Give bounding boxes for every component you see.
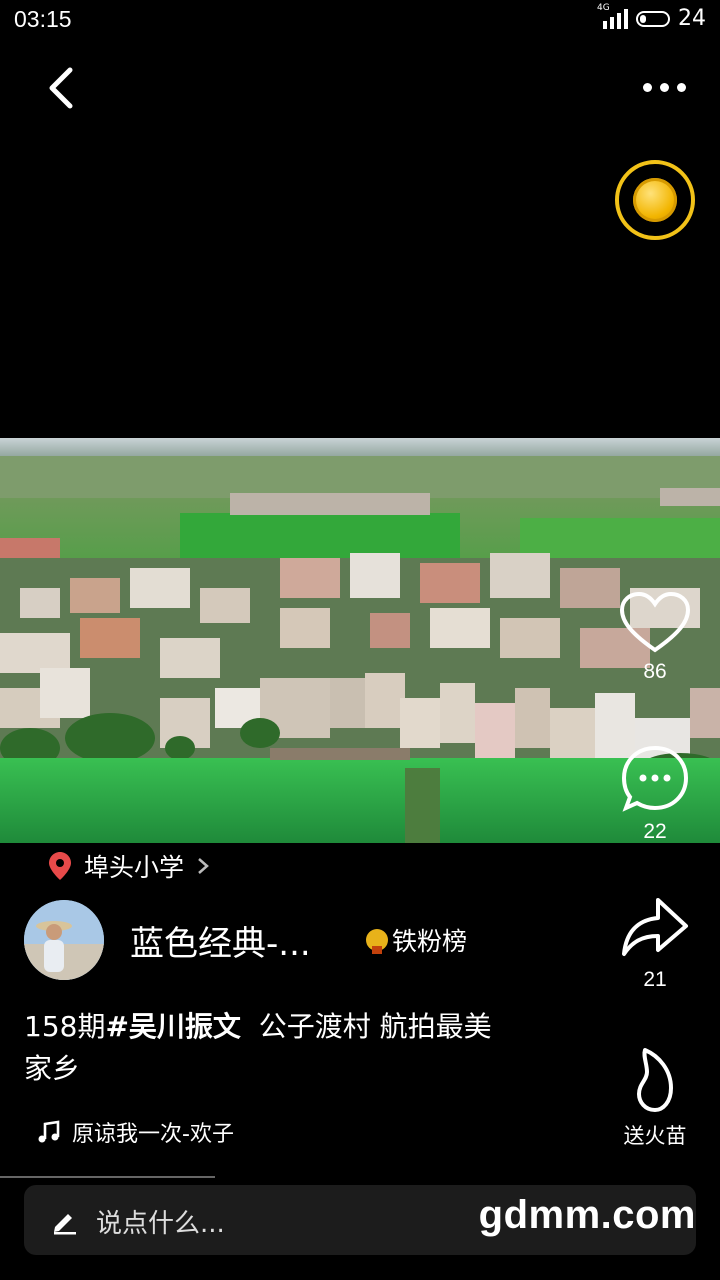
pencil-icon xyxy=(54,1214,76,1235)
avatar[interactable] xyxy=(24,900,104,980)
more-dots-icon xyxy=(642,82,652,92)
comment-count: 22 xyxy=(643,820,667,843)
video-progress-bar[interactable] xyxy=(0,1176,215,1178)
caption-hashtag[interactable]: #吴川振文 xyxy=(105,1010,240,1043)
heart-icon xyxy=(619,591,691,653)
post-caption: 158期#吴川振文 公子渡村 航拍最美 家乡 xyxy=(24,1006,564,1090)
like-count: 86 xyxy=(643,660,667,683)
gift-fire-button[interactable]: 送火苗 xyxy=(590,1044,720,1150)
location-tag[interactable]: 埠头小学 xyxy=(48,848,210,884)
caption-line-1: 158期#吴川振文 公子渡村 航拍最美 xyxy=(24,1006,564,1048)
gold-coin-button[interactable] xyxy=(615,160,695,240)
gift-label: 送火苗 xyxy=(623,1125,687,1148)
status-bar: 03:15 4G 24 xyxy=(0,0,720,40)
like-button[interactable]: 86 xyxy=(590,590,720,684)
battery-icon xyxy=(636,10,670,27)
battery-level: 24 xyxy=(678,6,706,31)
comment-bubble-icon xyxy=(621,745,689,812)
medal-icon xyxy=(366,929,388,954)
music-title: 原谅我一次-欢子 xyxy=(72,1122,234,1147)
fan-rank-badge[interactable]: 铁粉榜 xyxy=(366,922,467,958)
flame-icon xyxy=(637,1048,673,1112)
location-pin-icon xyxy=(49,852,71,880)
music-note-icon xyxy=(38,1120,60,1143)
back-button[interactable] xyxy=(38,60,88,116)
author-row[interactable]: 蓝色经典-... xyxy=(24,900,311,980)
signal-icon: 4G xyxy=(597,3,628,29)
gold-coin-icon xyxy=(633,178,677,222)
caption-line-2: 家乡 xyxy=(24,1052,81,1085)
status-time: 03:15 xyxy=(14,6,72,32)
fan-rank-label: 铁粉榜 xyxy=(392,927,468,956)
comment-placeholder: 说点什么... xyxy=(96,1209,225,1239)
music-info[interactable]: 原谅我一次-欢子 xyxy=(36,1116,234,1148)
status-right: 4G 24 xyxy=(597,3,706,32)
chevron-left-icon xyxy=(49,67,73,109)
chevron-right-icon xyxy=(198,858,209,874)
author-name[interactable]: 蓝色经典-... xyxy=(130,916,311,965)
more-button[interactable] xyxy=(634,72,694,102)
location-name: 埠头小学 xyxy=(84,853,185,882)
share-button[interactable]: 21 xyxy=(590,892,720,992)
avatar-image xyxy=(24,900,104,980)
watermark: gdmm.com xyxy=(478,1193,696,1237)
share-arrow-icon xyxy=(622,898,688,956)
share-count: 21 xyxy=(643,968,667,991)
network-type: 4G xyxy=(597,2,610,13)
comment-button[interactable]: 22 xyxy=(590,742,720,844)
caption-text: 公子渡村 航拍最美 xyxy=(240,1010,492,1043)
caption-prefix: 158期 xyxy=(24,1010,106,1043)
